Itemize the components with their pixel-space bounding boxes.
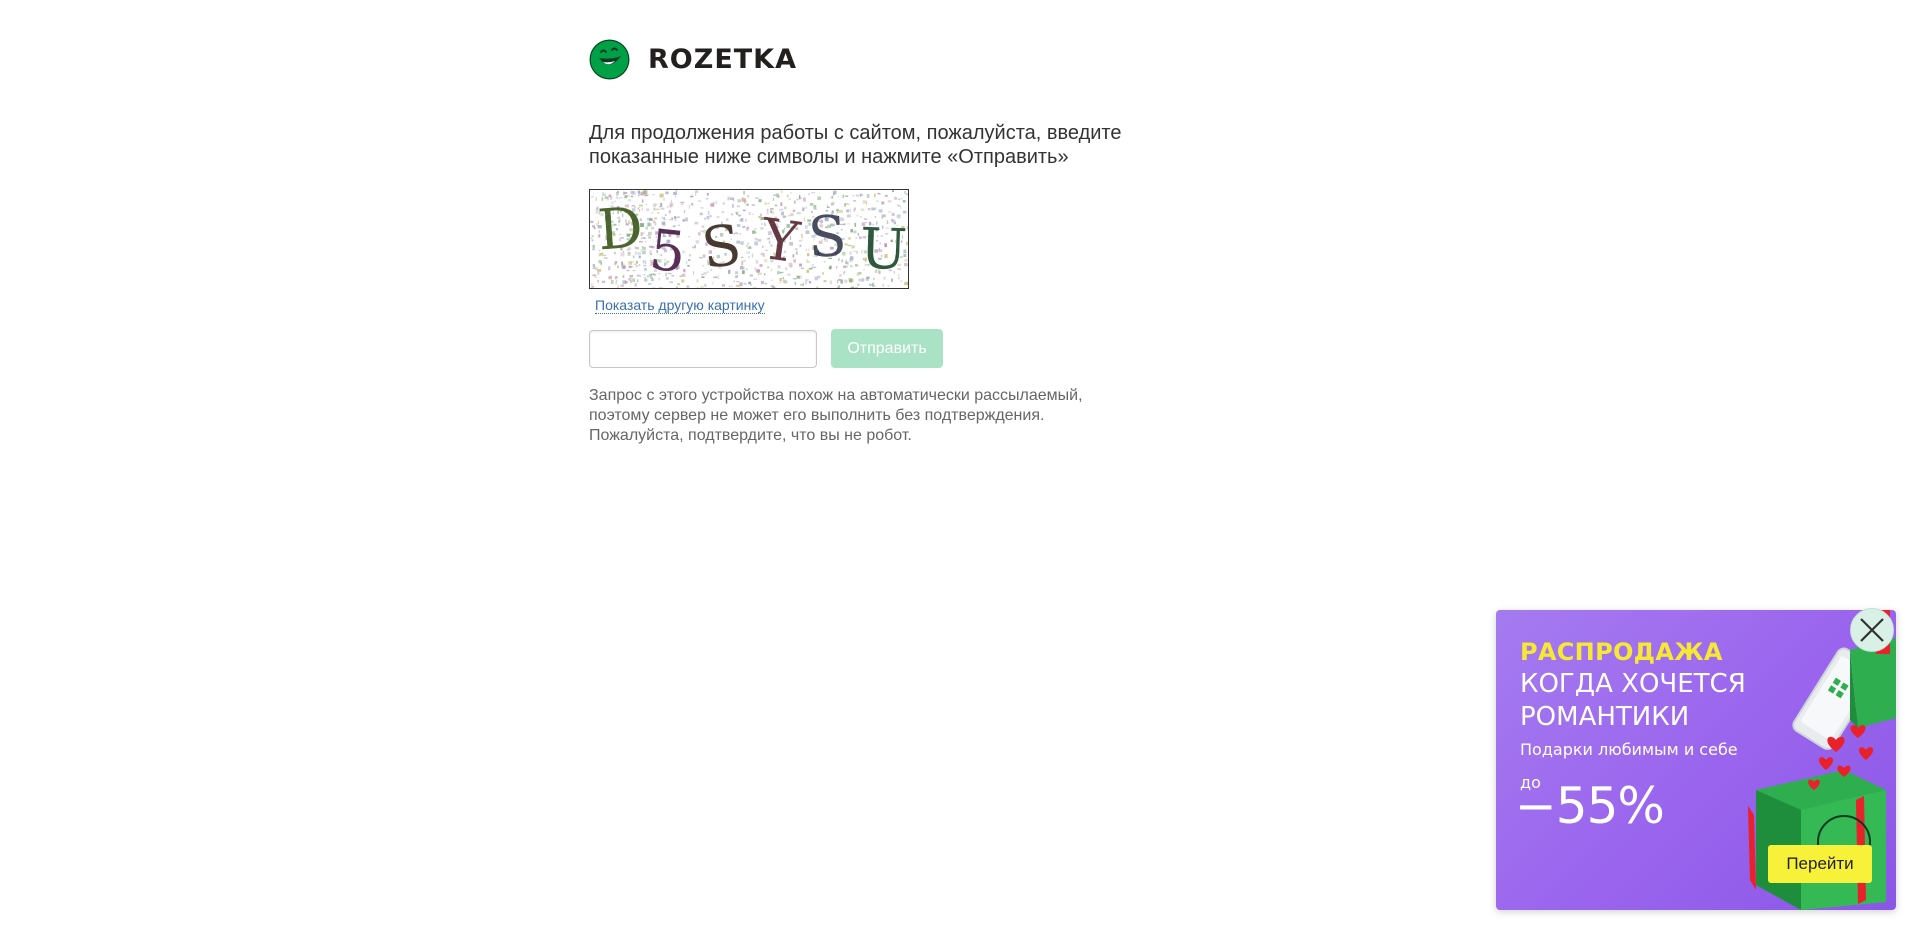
captcha-input[interactable] (589, 329, 817, 368)
robot-warning-text: Запрос с этого устройства похож на автом… (589, 386, 1149, 446)
rozetka-smile-logo-icon (589, 39, 630, 79)
reload-captcha-link[interactable]: Показать другую картинку (595, 297, 765, 314)
submit-button[interactable]: Отправить (831, 329, 943, 368)
promo-discount-value: −55% (1514, 777, 1665, 835)
warning-line-1: Запрос с этого устройства похож на автом… (589, 387, 1083, 404)
captcha-form: Отправить (589, 329, 1149, 368)
svg-text:D: D (596, 195, 645, 263)
close-x-icon (1860, 618, 1884, 642)
promo-title-line-1: КОГДА ХОЧЕТСЯ (1520, 669, 1746, 699)
logo[interactable]: ROZETKA (589, 38, 1149, 80)
logo-text: ROZETKA (648, 43, 798, 75)
promo-close-button[interactable] (1850, 608, 1894, 652)
promo-sale-label: РАСПРОДАЖА (1520, 638, 1723, 666)
promo-subtitle: Подарки любимым и себе (1520, 740, 1738, 759)
promo-banner[interactable]: РАСПРОДАЖА КОГДА ХОЧЕТСЯ РОМАНТИКИ Подар… (1496, 610, 1896, 910)
instruction-text: Для продолжения работы с сайтом, пожалуй… (589, 122, 1122, 168)
promo-discount: до −55% (1515, 770, 1780, 832)
promo-go-button[interactable]: Перейти (1768, 845, 1872, 883)
svg-text:S: S (806, 204, 848, 271)
promo-title-line-2: РОМАНТИКИ (1520, 702, 1690, 732)
captcha-image: D 5 S Y S U (589, 189, 909, 289)
svg-text:5: 5 (647, 218, 689, 286)
captcha-picture: D 5 S Y S U (590, 190, 908, 288)
svg-text:U: U (859, 216, 908, 283)
promo-text: РАСПРОДАЖА КОГДА ХОЧЕТСЯ РОМАНТИКИ Подар… (1515, 638, 1780, 832)
promo-title: КОГДА ХОЧЕТСЯ РОМАНТИКИ (1520, 668, 1780, 734)
svg-text:S: S (698, 212, 745, 282)
warning-line-3: Пожалуйста, подтвердите, что вы не робот… (589, 427, 912, 444)
captcha-page: ROZETKA Для продолжения работы с сайтом,… (589, 38, 1149, 446)
warning-line-2: поэтому сервер не может его выполнить бе… (589, 407, 1045, 424)
